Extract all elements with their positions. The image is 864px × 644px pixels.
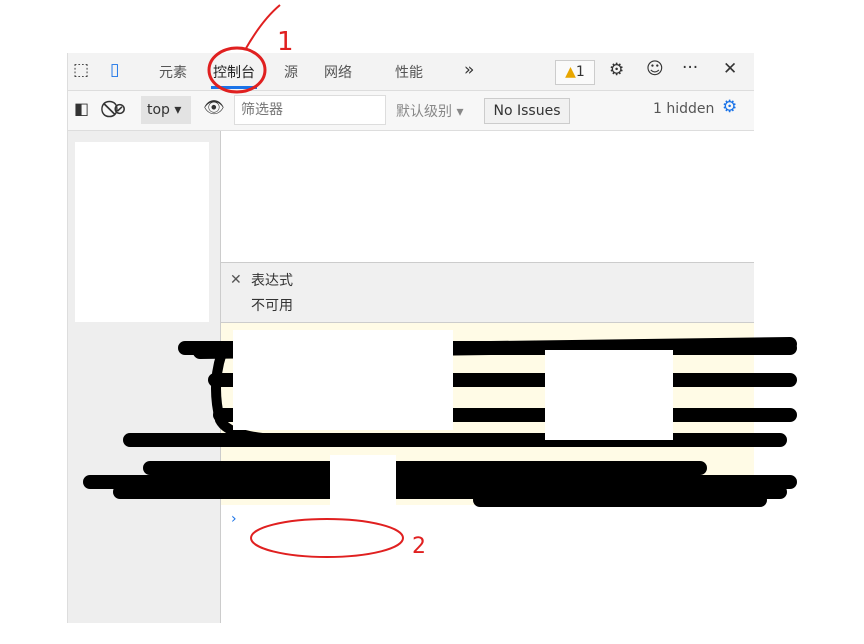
redaction-strokes [83, 330, 797, 507]
annotation-circle-1 [207, 46, 267, 94]
annotation-circle-2 [250, 518, 404, 558]
annotation-label-1: 1 [277, 27, 294, 57]
annotation-label-2: 2 [412, 534, 426, 559]
annotation-overlay: 1 2 [83, 4, 797, 559]
